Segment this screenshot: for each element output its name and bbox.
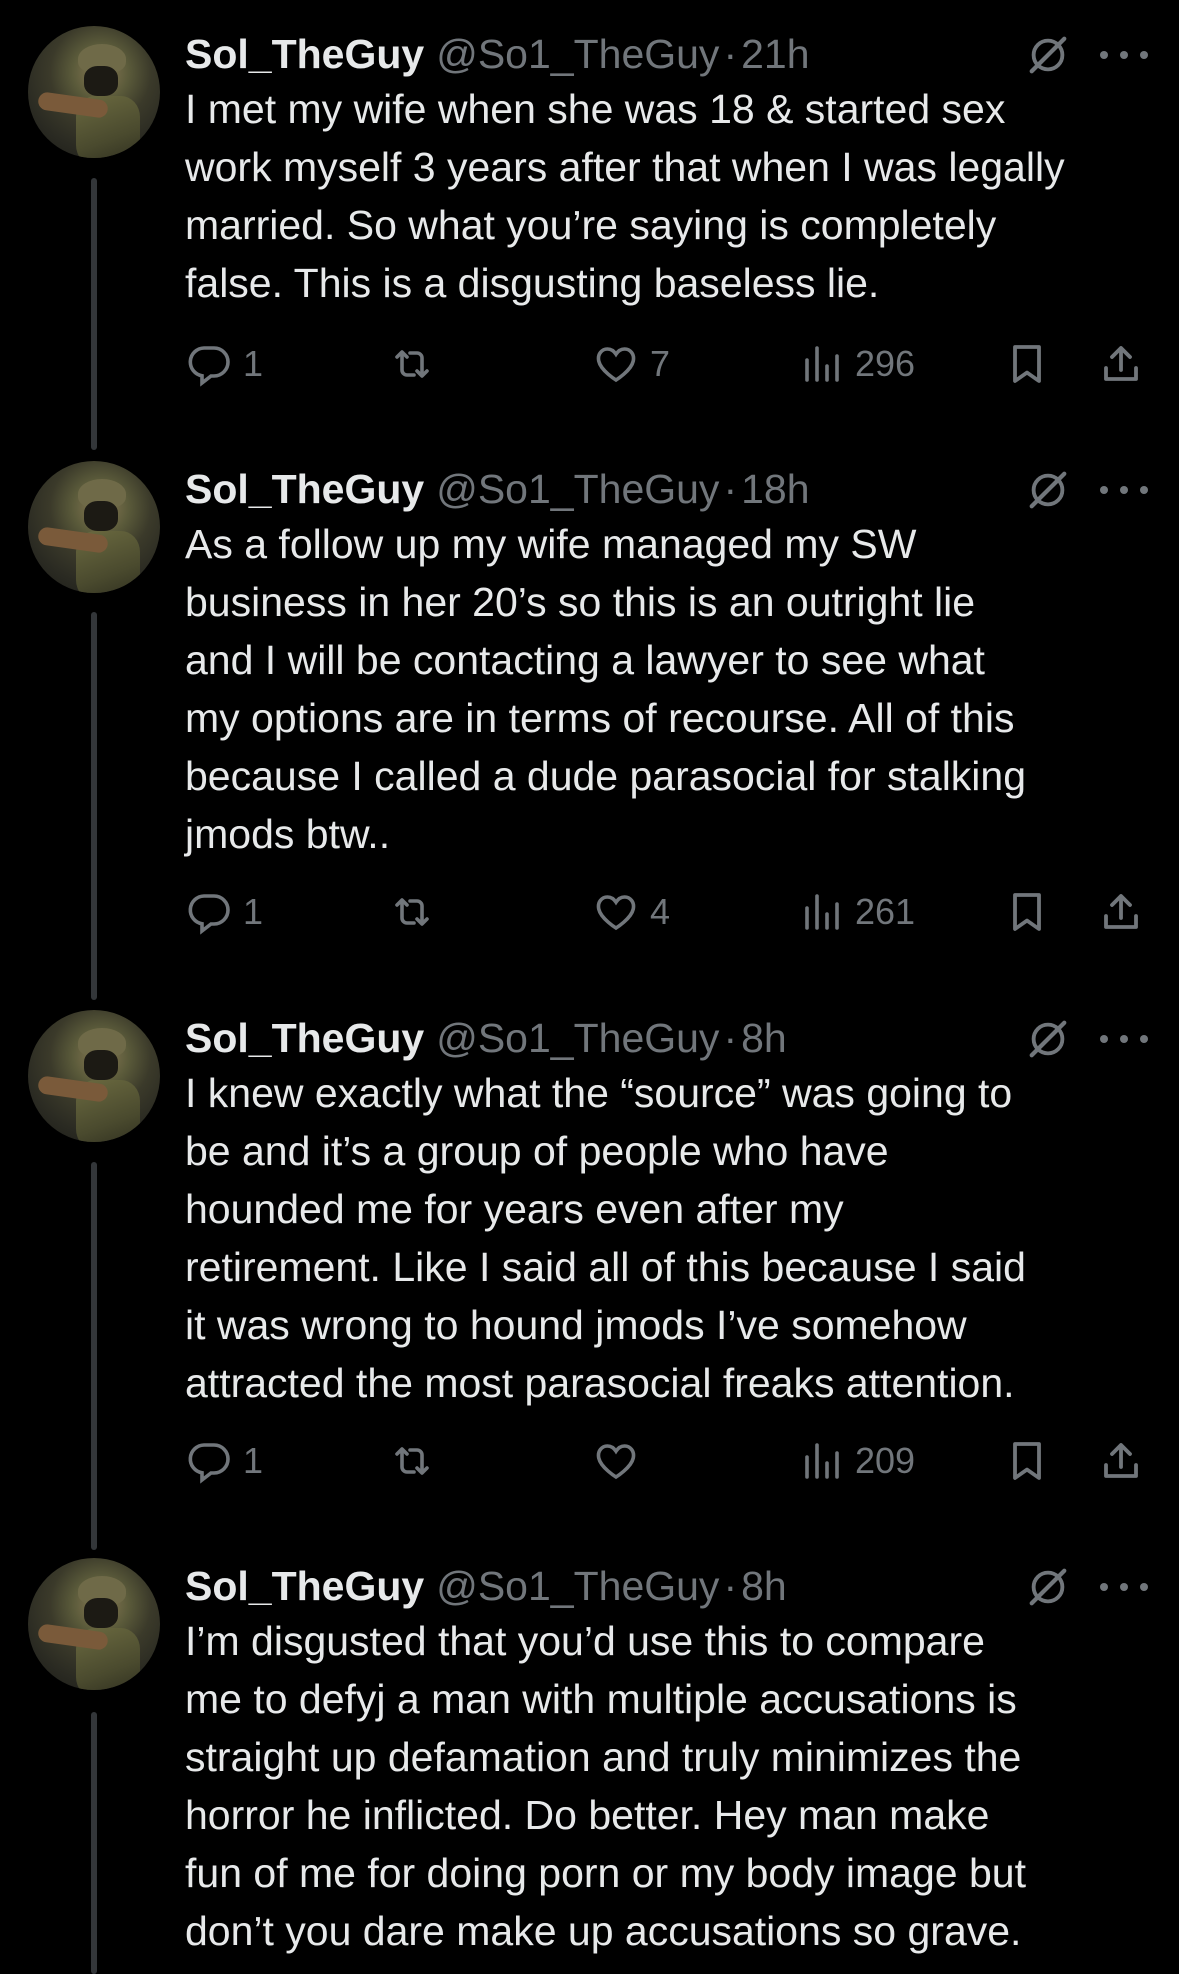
share-button[interactable] <box>1097 884 1145 940</box>
like-button[interactable]: 4 <box>592 884 670 940</box>
views-button[interactable]: 261 <box>797 884 915 940</box>
thread-line <box>91 1162 97 1550</box>
author-name[interactable]: Sol_TheGuy <box>185 31 424 78</box>
more-icon[interactable] <box>1100 1564 1148 1610</box>
avatar[interactable] <box>28 461 160 593</box>
timestamp[interactable]: 21h <box>741 31 809 78</box>
grok-icon[interactable] <box>1025 1016 1071 1062</box>
share-button[interactable] <box>1097 336 1145 392</box>
author-handle[interactable]: @So1_TheGuy <box>436 466 719 513</box>
like-count: 4 <box>650 891 671 932</box>
bookmark-button[interactable] <box>1003 336 1051 392</box>
reply-icon <box>185 340 233 388</box>
author-name[interactable]: Sol_TheGuy <box>185 1563 424 1610</box>
heart-icon <box>592 340 640 388</box>
heart-icon <box>592 1437 640 1485</box>
author-name[interactable]: Sol_TheGuy <box>185 1015 424 1062</box>
separator: · <box>723 30 738 77</box>
reply-button[interactable]: 1 <box>185 336 263 392</box>
share-icon <box>1097 340 1145 388</box>
author-handle[interactable]: @So1_TheGuy <box>436 1015 719 1062</box>
action-bar: 1 7 296 <box>185 336 1160 392</box>
avatar[interactable] <box>28 1010 160 1142</box>
separator: · <box>723 465 738 512</box>
reply-count: 1 <box>243 891 264 932</box>
retweet-icon <box>388 1437 436 1485</box>
like-count: 7 <box>650 343 671 384</box>
reply-icon <box>185 1437 233 1485</box>
retweet-icon <box>388 340 436 388</box>
thread-line <box>91 612 97 1000</box>
tweet-text: I knew exactly what the “source” was goi… <box>185 1070 1026 1406</box>
bookmark-button[interactable] <box>1003 884 1051 940</box>
tweet-header: Sol_TheGuy @So1_TheGuy · 8h <box>185 1558 787 1614</box>
tweet-text: As a follow up my wife managed my SW bus… <box>185 521 1027 857</box>
avatar[interactable] <box>28 1558 160 1690</box>
tweet-text: I’m disgusted that you’d use this to com… <box>185 1618 1026 1954</box>
bookmark-icon <box>1003 340 1051 388</box>
view-count: 296 <box>855 343 916 384</box>
heart-icon <box>592 888 640 936</box>
share-button[interactable] <box>1097 1433 1145 1489</box>
more-icon[interactable] <box>1100 467 1148 513</box>
retweet-button[interactable] <box>388 336 446 392</box>
timestamp[interactable]: 8h <box>741 1563 787 1610</box>
retweet-button[interactable] <box>388 1433 446 1489</box>
avatar[interactable] <box>28 26 160 158</box>
like-button[interactable] <box>592 1433 650 1489</box>
like-button[interactable]: 7 <box>592 336 670 392</box>
separator: · <box>723 1562 738 1609</box>
more-icon[interactable] <box>1100 1016 1148 1062</box>
timestamp[interactable]: 8h <box>741 1015 787 1062</box>
reply-count: 1 <box>243 343 264 384</box>
timestamp[interactable]: 18h <box>741 466 809 513</box>
author-handle[interactable]: @So1_TheGuy <box>436 1563 719 1610</box>
reply-button[interactable]: 1 <box>185 1433 263 1489</box>
author-handle[interactable]: @So1_TheGuy <box>436 31 719 78</box>
author-name[interactable]: Sol_TheGuy <box>185 466 424 513</box>
action-bar: 1 209 <box>185 1433 1160 1489</box>
thread-line <box>91 1712 97 1974</box>
tweet-header: Sol_TheGuy @So1_TheGuy · 8h <box>185 1010 787 1066</box>
share-icon <box>1097 888 1145 936</box>
grok-icon[interactable] <box>1025 1564 1071 1610</box>
thread-line <box>91 178 97 450</box>
grok-icon[interactable] <box>1025 32 1071 78</box>
retweet-button[interactable] <box>388 884 446 940</box>
views-button[interactable]: 296 <box>797 336 915 392</box>
share-icon <box>1097 1437 1145 1485</box>
view-count: 261 <box>855 891 916 932</box>
views-button[interactable]: 209 <box>797 1433 915 1489</box>
separator: · <box>723 1014 738 1061</box>
more-icon[interactable] <box>1100 32 1148 78</box>
bookmark-button[interactable] <box>1003 1433 1051 1489</box>
views-icon <box>797 340 845 388</box>
views-icon <box>797 1437 845 1485</box>
bookmark-icon <box>1003 1437 1051 1485</box>
tweet-header: Sol_TheGuy @So1_TheGuy · 21h <box>185 26 810 82</box>
tweet-text: I met my wife when she was 18 & started … <box>185 86 1065 306</box>
grok-icon[interactable] <box>1025 467 1071 513</box>
reply-icon <box>185 888 233 936</box>
bookmark-icon <box>1003 888 1051 936</box>
action-bar: 1 4 261 <box>185 884 1160 940</box>
views-icon <box>797 888 845 936</box>
reply-count: 1 <box>243 1440 264 1481</box>
view-count: 209 <box>855 1440 916 1481</box>
reply-button[interactable]: 1 <box>185 884 263 940</box>
tweet-header: Sol_TheGuy @So1_TheGuy · 18h <box>185 461 810 517</box>
retweet-icon <box>388 888 436 936</box>
